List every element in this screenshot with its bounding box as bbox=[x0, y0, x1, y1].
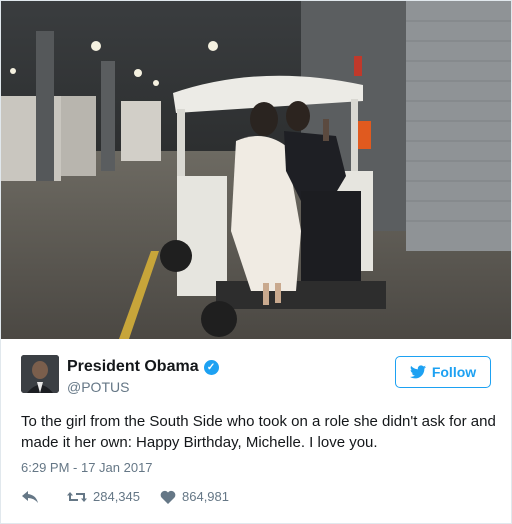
display-name-text: President Obama bbox=[67, 358, 199, 375]
heart-icon bbox=[160, 490, 176, 504]
tweet-photo[interactable] bbox=[1, 1, 511, 339]
tweet-card: President Obama ✓ @POTUS Follow To the g… bbox=[0, 0, 512, 524]
twitter-bird-icon bbox=[409, 365, 426, 379]
display-name[interactable]: President Obama ✓ bbox=[67, 358, 219, 376]
like-count: 864,981 bbox=[182, 489, 229, 504]
tweet-timestamp[interactable]: 6:29 PM - 17 Jan 2017 bbox=[21, 460, 153, 475]
retweet-button[interactable]: 284,345 bbox=[67, 489, 140, 504]
user-handle[interactable]: @POTUS bbox=[67, 379, 129, 395]
follow-button-label: Follow bbox=[431, 364, 477, 380]
retweet-icon bbox=[67, 491, 87, 502]
tweet-actions: 284,345 864,981 bbox=[21, 489, 229, 504]
follow-button[interactable]: Follow bbox=[395, 356, 491, 388]
avatar[interactable] bbox=[21, 355, 59, 393]
verified-badge-icon: ✓ bbox=[203, 359, 219, 375]
tweet-text: To the girl from the South Side who took… bbox=[21, 413, 496, 451]
reply-button[interactable] bbox=[21, 490, 39, 504]
like-button[interactable]: 864,981 bbox=[160, 489, 229, 504]
retweet-count: 284,345 bbox=[93, 489, 140, 504]
reply-icon bbox=[22, 490, 38, 503]
